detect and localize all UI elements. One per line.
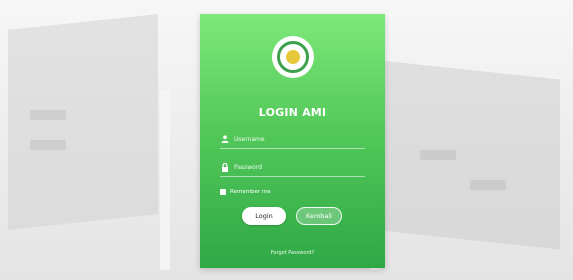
logo-ring — [277, 41, 309, 73]
background-window — [420, 150, 456, 160]
login-card: LOGIN AMI Remember me Login Kembali Forg… — [200, 14, 385, 268]
background-building-left — [8, 14, 158, 230]
login-button[interactable]: Login — [242, 207, 286, 225]
background-column — [160, 90, 170, 270]
password-input[interactable] — [234, 160, 359, 174]
back-button[interactable]: Kembali — [296, 207, 342, 225]
background-window — [470, 180, 506, 190]
remember-checkbox[interactable] — [220, 189, 226, 195]
login-title: LOGIN AMI — [258, 106, 327, 119]
username-input[interactable] — [234, 132, 359, 146]
logo-core — [286, 50, 300, 64]
password-field — [220, 160, 365, 177]
university-logo — [272, 36, 314, 78]
forgot-password-link[interactable]: Forgot Password? — [200, 250, 385, 256]
username-field — [220, 132, 365, 149]
background-window — [30, 140, 66, 150]
background-window — [30, 110, 66, 120]
user-icon — [220, 134, 230, 144]
remember-label: Remember me — [230, 189, 271, 195]
lock-icon — [220, 162, 230, 172]
remember-me[interactable]: Remember me — [220, 189, 271, 195]
background-building-right — [380, 60, 560, 250]
